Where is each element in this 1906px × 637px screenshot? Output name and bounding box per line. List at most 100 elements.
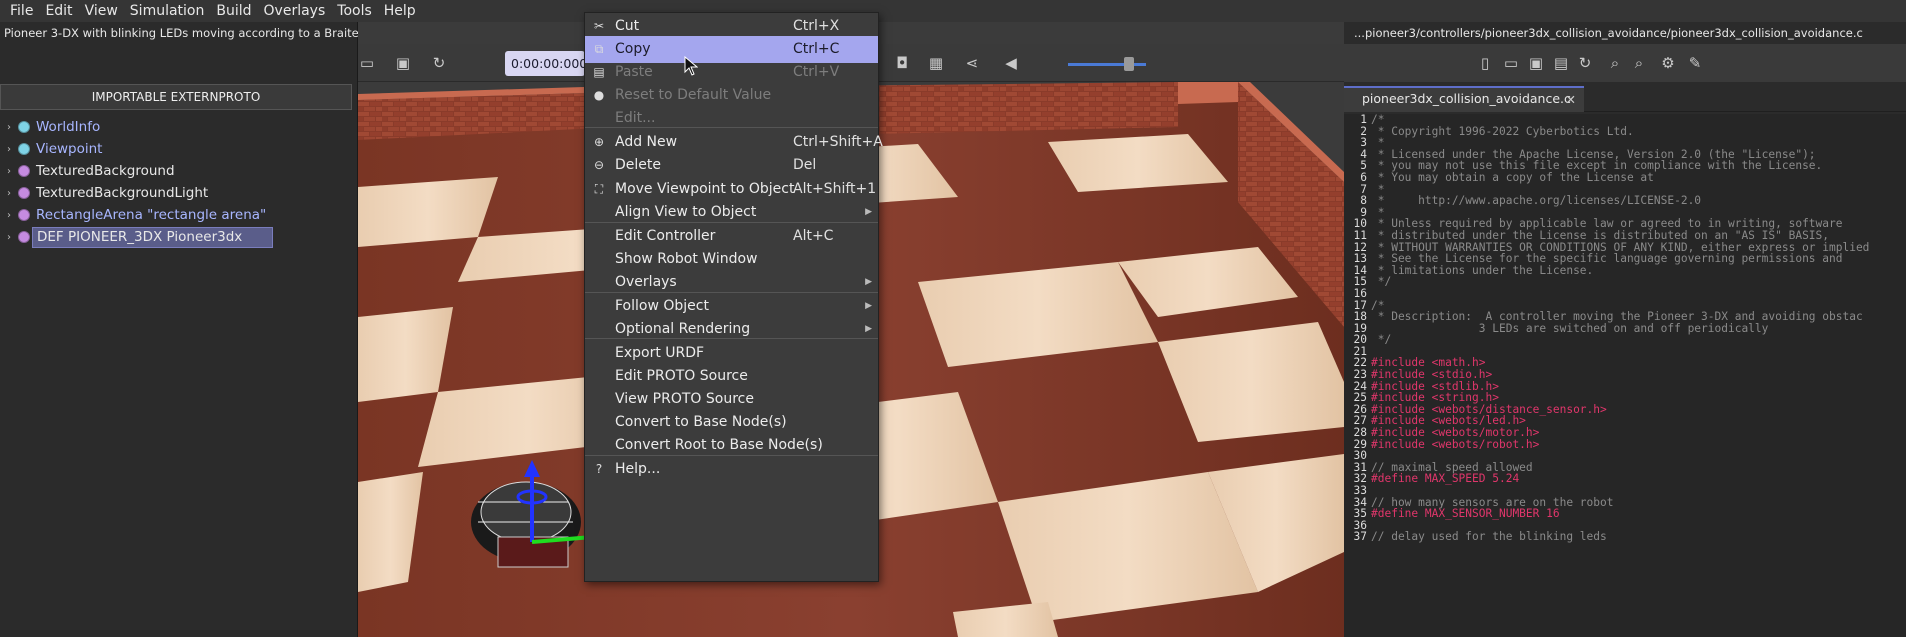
code-editor[interactable]: 1/* 2 * Copyright 1996-2022 Cyberbotics L…: [1344, 114, 1906, 637]
line-number: 6: [1360, 170, 1367, 184]
menubar: File Edit View Simulation Build Overlays…: [0, 0, 1906, 22]
settings-gear-icon[interactable]: ⚙: [1657, 52, 1679, 74]
save-file-icon[interactable]: ▣: [1525, 52, 1547, 74]
menu-simulation[interactable]: Simulation: [124, 0, 211, 22]
sound-icon[interactable]: ◀: [1000, 52, 1022, 74]
importable-externproto-button[interactable]: IMPORTABLE EXTERNPROTO: [0, 84, 352, 110]
scene-tree-node[interactable]: › DEF PIONEER_3DX Pioneer3dx: [0, 226, 358, 248]
code-line: 19 3 LEDs are switched on and off period…: [1344, 322, 1906, 335]
save-world-icon[interactable]: ▣: [392, 52, 414, 74]
scene-tree-node-label: RectangleArena "rectangle arena": [36, 207, 267, 223]
expand-arrow-icon[interactable]: ›: [2, 210, 16, 221]
build-icon[interactable]: ✎: [1684, 52, 1706, 74]
volume-slider-knob[interactable]: [1124, 57, 1134, 71]
code-text: #define MAX_SENSOR_NUMBER 16: [1371, 507, 1560, 521]
menu-item-icon: ?: [595, 462, 603, 476]
scene-tree-node-label: TexturedBackground: [36, 163, 175, 179]
volume-slider[interactable]: [1068, 63, 1146, 66]
scene-tree-node-label: DEF PIONEER_3DX Pioneer3dx: [32, 226, 274, 248]
line-number: 18: [1353, 310, 1367, 324]
menu-item-label: Help...: [615, 461, 661, 477]
text-editor-dock: ...pioneer3/controllers/pioneer3dx_colli…: [1344, 22, 1906, 637]
revert-icon[interactable]: ↻: [1574, 52, 1596, 74]
code-line: 32 #define MAX_SPEED 5.24: [1344, 473, 1906, 485]
line-number: 28: [1353, 426, 1367, 440]
menu-separator: [585, 127, 878, 128]
expand-arrow-icon[interactable]: ›: [2, 188, 16, 199]
open-file-icon[interactable]: ▭: [1500, 52, 1522, 74]
code-line: 35 #define MAX_SENSOR_NUMBER 16: [1344, 508, 1906, 520]
close-tab-icon[interactable]: ✕: [1566, 89, 1576, 111]
scene-tree-title: Pioneer 3-DX with blinking LEDs moving a…: [4, 26, 419, 40]
expand-arrow-icon[interactable]: ›: [2, 122, 16, 133]
code-text: * You may obtain a copy of the License a…: [1371, 170, 1654, 184]
movie-icon[interactable]: ▦: [925, 52, 947, 74]
menu-item-label: Delete: [615, 157, 661, 173]
node-type-dot-icon: [18, 231, 30, 243]
code-line: 8 * http://www.apache.org/licenses/LICEN…: [1344, 195, 1906, 207]
tab-controller-file[interactable]: pioneer3dx_collision_avoidance.c ✕: [1344, 86, 1584, 112]
menu-edit[interactable]: Edit: [39, 0, 78, 22]
scene-tree-node[interactable]: › TexturedBackground: [0, 160, 358, 182]
line-number: 23: [1353, 368, 1367, 382]
line-number: 11: [1353, 228, 1367, 242]
replace-icon[interactable]: ⌕: [1628, 52, 1650, 74]
open-world-icon[interactable]: ▭: [358, 52, 378, 74]
line-number: 16: [1353, 286, 1367, 300]
menu-separator: [585, 338, 878, 339]
find-icon[interactable]: ⌕: [1604, 52, 1626, 74]
menu-item-icon: ⊖: [593, 158, 605, 172]
context-menu: ✂ Cut Ctrl+X ⧉ Copy Ctrl+C ▤ Paste Ctrl+V ● Reset …: [584, 12, 883, 582]
simulation-time: 0:00:00:000: [505, 51, 587, 76]
code-text: #include <webots/robot.h>: [1371, 437, 1540, 451]
node-type-dot-icon: [18, 121, 30, 133]
context-menu-item[interactable]: ⊖ Delete Del: [585, 152, 878, 179]
editor-title: ...pioneer3/controllers/pioneer3dx_colli…: [1354, 26, 1863, 40]
code-line: 29 #include <webots/robot.h>: [1344, 437, 1906, 451]
menu-separator: [585, 292, 878, 293]
context-menu-item[interactable]: ? Help...: [585, 456, 878, 483]
menu-file[interactable]: File: [4, 0, 39, 22]
scene-tree-node[interactable]: › TexturedBackgroundLight: [0, 182, 358, 204]
expand-arrow-icon[interactable]: ›: [2, 166, 16, 177]
line-number: 33: [1353, 484, 1367, 497]
node-type-dot-icon: [18, 143, 30, 155]
share-icon[interactable]: ⋖: [961, 52, 983, 74]
reset-world-icon[interactable]: ↻: [428, 52, 450, 74]
code-line: 37 // delay used for the blinking leds: [1344, 531, 1906, 543]
menu-item-shortcut: Del: [793, 157, 817, 173]
scene-tree-node[interactable]: › RectangleArena "rectangle arena": [0, 204, 358, 226]
code-text: // delay used for the blinking leds: [1371, 530, 1607, 544]
code-text: */: [1371, 275, 1392, 289]
code-line: 2 * Copyright 1996-2022 Cyberbotics Ltd.: [1344, 124, 1906, 138]
code-text: #define MAX_SPEED 5.24: [1371, 472, 1520, 486]
menu-separator: [585, 222, 878, 223]
menu-build[interactable]: Build: [210, 0, 257, 22]
menu-separator: [585, 455, 878, 456]
code-line: 14 * limitations under the License.: [1344, 263, 1906, 277]
save-as-icon[interactable]: ▤: [1550, 52, 1572, 74]
tab-label: pioneer3dx_collision_avoidance.c: [1362, 91, 1571, 106]
scene-tree-dock: Pioneer 3-DX with blinking LEDs moving a…: [0, 22, 418, 637]
code-line: 15 */: [1344, 276, 1906, 288]
menu-tools[interactable]: Tools: [331, 0, 378, 22]
scene-tree-node[interactable]: › WorldInfo: [0, 116, 358, 138]
code-text: * limitations under the License.: [1371, 263, 1594, 277]
code-line: 16: [1344, 288, 1906, 300]
screenshot-icon[interactable]: ◘: [891, 52, 913, 74]
menu-overlays[interactable]: Overlays: [258, 0, 332, 22]
menu-view[interactable]: View: [79, 0, 124, 22]
line-number: 1: [1360, 114, 1367, 126]
menu-help[interactable]: Help: [378, 0, 422, 22]
line-number: 37: [1353, 530, 1367, 544]
scene-tree-node[interactable]: › Viewpoint: [0, 138, 358, 160]
editor-tab-bar: pioneer3dx_collision_avoidance.c ✕: [1344, 82, 1906, 112]
new-file-icon[interactable]: ▯: [1474, 52, 1496, 74]
code-text: * Copyright 1996-2022 Cyberbotics Ltd.: [1371, 124, 1634, 138]
expand-arrow-icon[interactable]: ›: [2, 144, 16, 155]
node-type-dot-icon: [18, 187, 30, 199]
editor-toolbar: ▯ ▭ ▣ ▤ ↻ ⌕ ⌕ ⚙ ✎: [1344, 44, 1906, 82]
scene-tree-node-label: WorldInfo: [36, 119, 101, 135]
scene-tree-node-label: TexturedBackgroundLight: [36, 185, 209, 201]
expand-arrow-icon[interactable]: ›: [2, 232, 16, 243]
